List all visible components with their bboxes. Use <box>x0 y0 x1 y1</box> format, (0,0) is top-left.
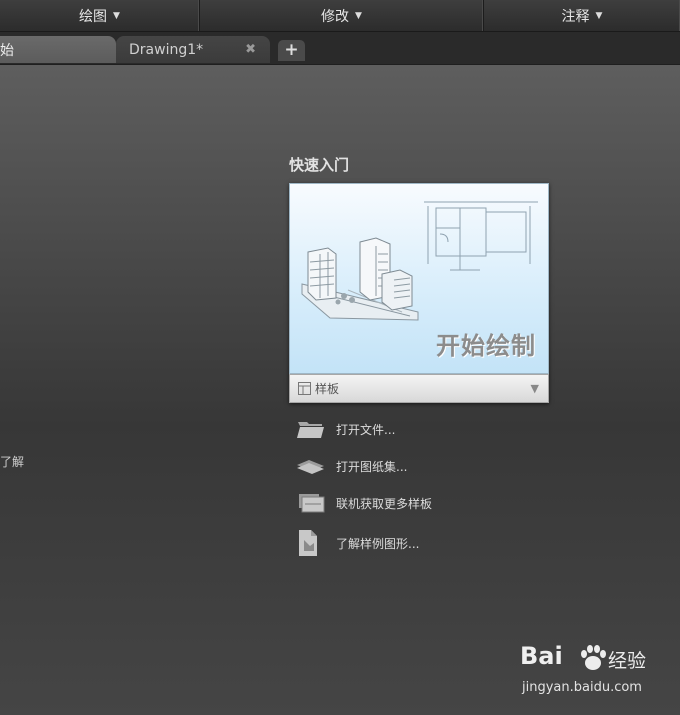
open-sheet-set-link[interactable]: 打开图纸集... <box>296 454 407 478</box>
baidu-watermark: Bai 经验 jingyan.baidu.com <box>520 642 650 702</box>
chevron-down-icon: ▼ <box>113 10 120 21</box>
ribbon-panel-label: 修改 <box>321 8 350 25</box>
start-page: 了解 快速入门 开始绘制 样板 ▼ 打开文件... 打开图纸集... 联机获取更… <box>0 65 680 715</box>
action-label: 了解样例图形... <box>336 536 420 551</box>
get-more-templates-link[interactable]: 联机获取更多样板 <box>296 491 432 515</box>
ribbon-panel-label: 绘图 <box>79 8 108 25</box>
quick-start-title: 快速入门 <box>289 156 350 174</box>
file-tab-bar: 始 Drawing1* ✖ <box>0 32 680 65</box>
template-selector[interactable]: 样板 ▼ <box>289 374 549 403</box>
explore-sample-drawings-link[interactable]: 了解样例图形... <box>296 528 419 558</box>
watermark-brand: Bai <box>520 642 563 670</box>
start-drawing-illustration[interactable]: 开始绘制 <box>289 183 549 374</box>
templates-online-icon <box>296 491 326 515</box>
close-icon[interactable]: ✖ <box>245 42 256 57</box>
ribbon-panel-draw[interactable]: 绘图 ▼ <box>0 0 200 31</box>
learn-link[interactable]: 了解 <box>0 453 24 470</box>
chevron-down-icon: ▼ <box>355 10 362 21</box>
action-label: 打开图纸集... <box>336 459 408 474</box>
new-tab-button[interactable]: + <box>278 40 305 61</box>
chevron-down-icon: ▼ <box>595 10 603 21</box>
watermark-url: jingyan.baidu.com <box>522 680 642 695</box>
ribbon-panel-label: 注释 <box>561 8 590 25</box>
template-label: 样板 <box>315 382 340 396</box>
folder-icon <box>296 417 326 441</box>
open-file-link[interactable]: 打开文件... <box>296 417 395 441</box>
sample-drawing-icon <box>296 528 326 558</box>
tab-drawing1[interactable]: Drawing1* ✖ <box>116 36 270 63</box>
start-drawing-card[interactable]: 开始绘制 样板 ▼ <box>289 183 549 403</box>
watermark-cn: 经验 <box>608 650 647 672</box>
tab-start[interactable]: 始 <box>0 36 116 63</box>
ribbon-panel-annotate[interactable]: 注释 ▼ <box>484 0 680 31</box>
paw-icon <box>581 645 606 670</box>
template-icon <box>298 382 311 395</box>
ribbon-panel-bar: 绘图 ▼ 修改 ▼ 注释 ▼ <box>0 0 680 32</box>
action-label: 打开文件... <box>336 422 396 437</box>
action-label: 联机获取更多样板 <box>336 496 433 511</box>
tab-label: 始 <box>0 42 14 59</box>
tab-label: Drawing1* <box>129 41 204 58</box>
dropdown-arrow-icon[interactable]: ▼ <box>531 382 539 395</box>
sheet-set-icon <box>296 454 326 478</box>
ribbon-panel-modify[interactable]: 修改 ▼ <box>200 0 484 31</box>
start-drawing-label: 开始绘制 <box>436 331 536 360</box>
